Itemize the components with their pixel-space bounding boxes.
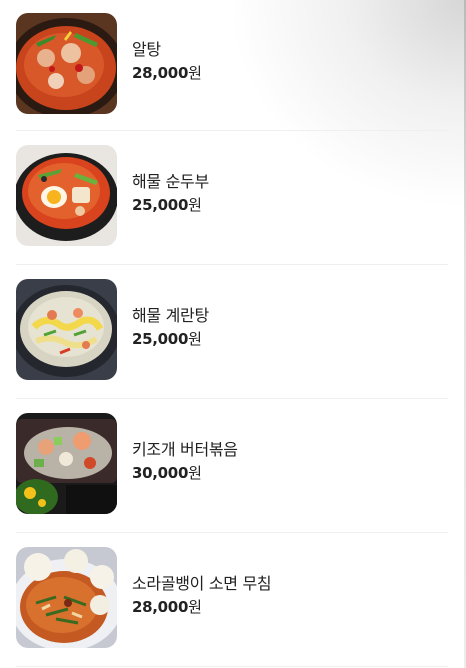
menu-list: 알탕 28,000원 해물 순두부 25,000원 해물 계란탕 25,000원… xyxy=(0,0,466,667)
menu-item-price: 30,000원 xyxy=(132,462,238,484)
price-amount: 25,000 xyxy=(132,330,189,348)
price-currency: 원 xyxy=(188,598,202,616)
menu-item-price: 28,000원 xyxy=(132,596,271,618)
seafood-egg-soup-photo xyxy=(16,279,117,380)
price-currency: 원 xyxy=(188,196,202,214)
pen-shell-butter-photo xyxy=(16,413,117,514)
price-currency: 원 xyxy=(188,464,202,482)
price-amount: 30,000 xyxy=(132,464,189,482)
menu-item-name: 알탕 xyxy=(132,40,161,59)
menu-item-name: 해물 계란탕 xyxy=(132,306,209,325)
menu-item-name: 소라골뱅이 소면 무침 xyxy=(132,574,272,593)
menu-item[interactable]: 소라골뱅이 소면 무침 28,000원 xyxy=(0,533,466,667)
menu-item[interactable]: 알탕 28,000원 xyxy=(0,0,466,131)
menu-item[interactable]: 키조개 버터볶음 30,000원 xyxy=(0,399,466,533)
menu-item[interactable]: 해물 계란탕 25,000원 xyxy=(0,265,466,399)
price-amount: 25,000 xyxy=(132,196,189,214)
menu-item[interactable]: 해물 순두부 25,000원 xyxy=(0,131,466,265)
price-amount: 28,000 xyxy=(132,64,189,82)
menu-item-name: 키조개 버터볶음 xyxy=(132,440,238,459)
menu-item-price: 28,000원 xyxy=(132,62,202,84)
price-amount: 28,000 xyxy=(132,598,189,616)
menu-item-name: 해물 순두부 xyxy=(132,172,209,191)
whelk-somen-photo xyxy=(16,547,117,648)
divider xyxy=(16,666,448,667)
menu-item-price: 25,000원 xyxy=(132,328,209,350)
price-currency: 원 xyxy=(188,64,202,82)
menu-item-price: 25,000원 xyxy=(132,194,209,216)
price-currency: 원 xyxy=(188,330,202,348)
seafood-sundubu-photo xyxy=(16,145,117,246)
altang-photo xyxy=(16,13,117,114)
